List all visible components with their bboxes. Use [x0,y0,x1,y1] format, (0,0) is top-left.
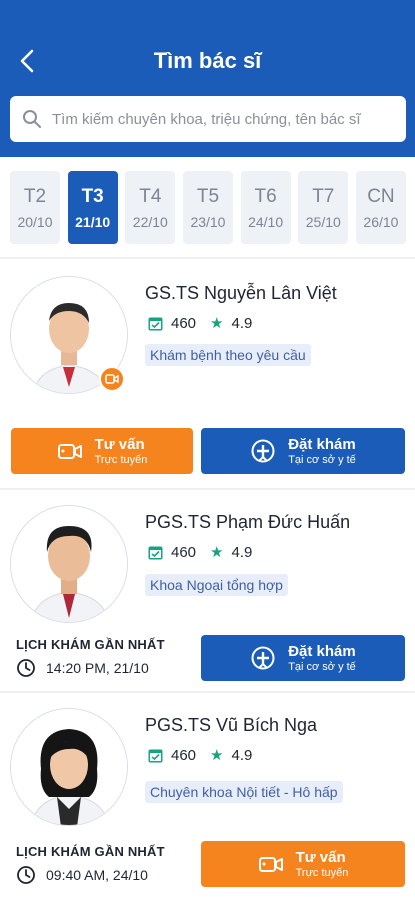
date-selector: T2 20/10 T3 21/10 T4 22/10 T5 23/10 T6 24/10 … [10,171,406,244]
button-subtitle: Trực tuyến [295,866,349,879]
search-bar[interactable] [10,96,406,142]
date-tab-date: 20/10 [17,213,53,230]
book-appointment-button[interactable]: Đặt khám Tại cơ sở y tế [201,428,405,474]
next-schedule-time: 09:40 AM, 24/10 [16,865,148,885]
booking-count: 460 [171,543,197,561]
next-schedule-label: LỊCH KHÁM GẦN NHẤT [16,844,165,859]
date-tab-date: 21/10 [75,213,111,230]
button-subtitle: Tại cơ sở y tế [288,660,356,673]
clock-icon [17,659,35,677]
button-title: Đặt khám [288,642,356,660]
doctor-card[interactable]: PGS.TS Vũ Bích Nga 460 ★ 4.9 Chuyên khoa… [0,693,415,900]
doctor-card[interactable]: PGS.TS Phạm Đức Huấn 460 ★ 4.9 Khoa Ngoạ… [0,490,415,691]
video-camera-icon [57,438,83,464]
specialty-tag: Khám bệnh theo yêu cầu [145,344,311,366]
consult-online-button[interactable]: Tư vấn Trực tuyến [11,428,193,474]
star-icon: ★ [210,315,224,332]
doctor-name: GS.TS Nguyễn Lân Việt [145,283,337,303]
doctor-card[interactable]: GS.TS Nguyễn Lân Việt 460 ★ 4.9 Khám bện… [0,259,415,488]
rating: 4.9 [231,543,253,561]
video-camera-icon [105,374,119,384]
doctor-stats: 460 ★ 4.9 [148,314,252,332]
next-schedule-label: LỊCH KHÁM GẦN NHẤT [16,637,165,652]
date-tab-day: T4 [139,185,162,207]
doctor-avatar [10,708,128,826]
date-tab-t2[interactable]: T2 20/10 [10,171,60,244]
date-tab-date: 24/10 [248,213,284,230]
button-title: Đặt khám [288,435,356,453]
button-subtitle: Trực tuyến [94,453,148,466]
date-tab-t4[interactable]: T4 22/10 [125,171,176,244]
date-tab-t7[interactable]: T7 25/10 [298,171,349,244]
search-icon [22,108,44,130]
date-tab-day: T2 [23,185,47,207]
next-schedule-time: 14:20 PM, 21/10 [16,658,149,678]
date-tab-date: 23/10 [190,213,226,230]
button-title: Tư vấn [295,848,346,866]
next-schedule-value: 09:40 AM, 24/10 [46,867,148,883]
booking-count: 460 [171,314,197,332]
date-tab-day: T7 [312,185,335,207]
video-consult-badge [99,366,125,392]
calendar-icon [148,749,163,762]
date-tab-day: CN [367,185,395,207]
page-title: Tìm bác sĩ [153,48,262,73]
date-tab-date: 22/10 [132,213,168,230]
calendar-icon [148,317,163,330]
doctor-stats: 460 ★ 4.9 [148,746,252,764]
date-tab-t5[interactable]: T5 23/10 [182,171,233,244]
date-tab-cn[interactable]: CN 26/10 [355,171,406,244]
button-title: Tư vấn [94,435,145,453]
date-tab-t6[interactable]: T6 24/10 [240,171,291,244]
doctor-name: PGS.TS Phạm Đức Huấn [145,512,351,532]
star-icon: ★ [210,544,224,561]
date-tab-day: T3 [81,185,104,207]
date-tab-date: 26/10 [363,213,399,230]
app-header: Tìm bác sĩ [0,0,415,157]
date-tab-t3[interactable]: T3 21/10 [67,171,118,244]
star-icon: ★ [210,747,224,764]
hospital-location-icon [250,438,276,464]
date-tab-date: 25/10 [305,213,341,230]
search-input[interactable] [52,110,392,128]
consult-online-button[interactable]: Tư vấn Trực tuyến [201,841,405,887]
specialty-tag: Chuyên khoa Nội tiết - Hô hấp [145,781,343,803]
doctor-avatar [10,505,128,623]
date-tab-day: T5 [196,185,220,207]
booking-count: 460 [171,746,197,764]
rating: 4.9 [231,746,253,764]
book-appointment-button[interactable]: Đặt khám Tại cơ sở y tế [201,635,405,681]
date-tab-day: T6 [254,185,277,207]
doctor-name: PGS.TS Vũ Bích Nga [145,715,318,735]
rating: 4.9 [231,314,253,332]
calendar-icon [148,546,163,559]
video-camera-icon [258,851,284,877]
clock-icon [17,866,35,884]
button-subtitle: Tại cơ sở y tế [288,453,356,466]
specialty-tag: Khoa Ngoại tổng hợp [145,574,288,596]
next-schedule-value: 14:20 PM, 21/10 [46,660,149,676]
hospital-location-icon [250,645,276,671]
doctor-stats: 460 ★ 4.9 [148,543,252,561]
